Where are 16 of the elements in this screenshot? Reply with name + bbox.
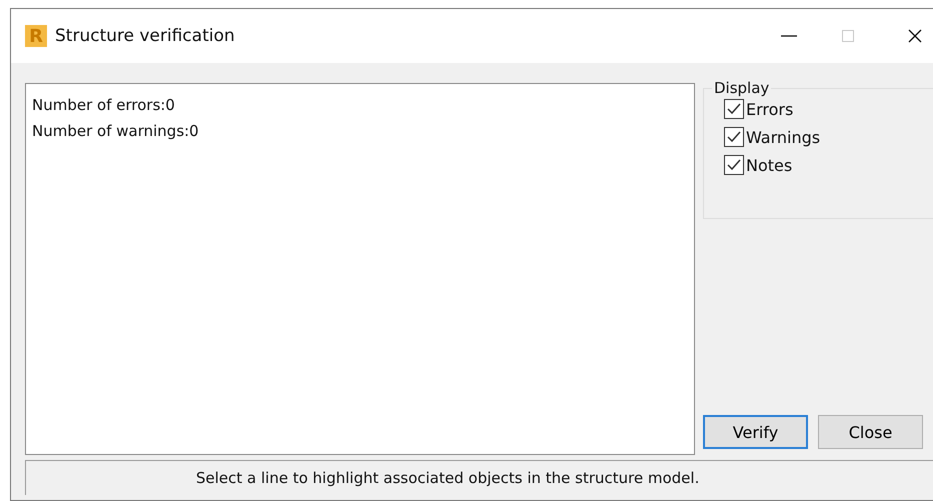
result-line[interactable]: Number of errors:0 [32,92,688,118]
checkbox-icon[interactable] [724,155,744,175]
dialog-button[interactable]: Close [818,415,923,449]
checkbox-option[interactable]: Notes [724,155,933,175]
checkbox-option[interactable]: Errors [724,99,933,119]
window-title: Structure verification [55,26,235,46]
app-icon: R [25,25,47,47]
dialog-button[interactable]: Verify [703,415,808,449]
close-icon[interactable] [908,29,922,43]
status-bar: Select a line to highlight associated objects in the structure model. [25,460,933,495]
checkbox-icon[interactable] [724,99,744,119]
group-title: Display [713,79,770,97]
result-line[interactable]: Number of warnings:0 [32,118,688,144]
checkbox-option[interactable]: Warnings [724,127,933,147]
results-list[interactable]: Number of errors:0 Number of warnings:0 [25,83,695,455]
checkbox-icon[interactable] [724,127,744,147]
